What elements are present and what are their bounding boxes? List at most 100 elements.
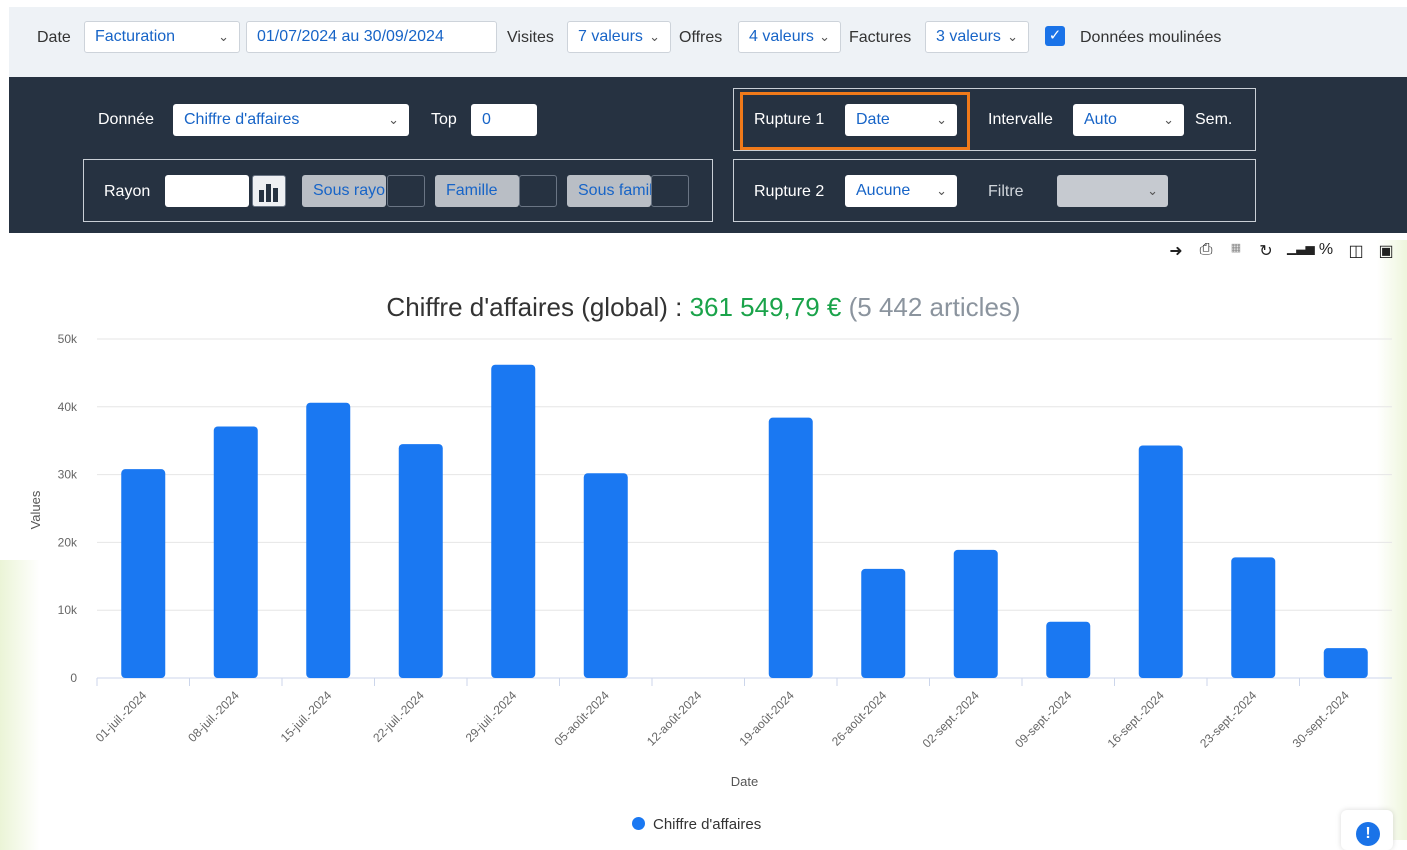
- sous-famille-picker[interactable]: [651, 175, 689, 207]
- bar: [953, 549, 998, 678]
- chevron-down-icon: ⌄: [932, 175, 947, 207]
- y-tick-label: 50k: [58, 332, 78, 346]
- y-tick-label: 40k: [58, 400, 78, 414]
- donnee-value: Chiffre d'affaires: [184, 111, 300, 128]
- intervalle-select[interactable]: Auto ⌄: [1073, 104, 1184, 136]
- rayon-select[interactable]: [165, 175, 249, 207]
- factures-label: Factures: [849, 29, 912, 46]
- chevron-down-icon: ⌄: [645, 22, 660, 52]
- percent-icon[interactable]: %: [1317, 241, 1335, 261]
- bar: [213, 426, 258, 678]
- save-icon[interactable]: ▣: [1377, 241, 1395, 261]
- y-tick-label: 0: [70, 671, 77, 685]
- x-tick-label: 16-sept.-2024: [1105, 688, 1167, 750]
- bar: [1138, 445, 1183, 678]
- famille-select[interactable]: Famille: [435, 175, 519, 207]
- offres-value: 4 valeurs: [749, 28, 814, 45]
- x-tick-label: 05-août-2024: [551, 688, 612, 749]
- y-tick-label: 20k: [58, 535, 78, 549]
- help-button[interactable]: !: [1341, 810, 1393, 850]
- x-tick-label: 19-août-2024: [736, 688, 797, 749]
- donnee-label: Donnée: [98, 111, 155, 128]
- rayon-picker-icon[interactable]: [252, 175, 286, 207]
- y-axis-title: Values: [28, 490, 43, 529]
- filter-bar: Date Facturation ⌄ 01/07/2024 au 30/09/2…: [9, 7, 1407, 77]
- rupture2-select[interactable]: Aucune ⌄: [845, 175, 957, 207]
- chevron-down-icon: ⌄: [218, 29, 229, 44]
- settings-panel: Donnée Chiffre d'affaires ⌄ Top 0 Ruptur…: [9, 77, 1407, 233]
- famille-picker[interactable]: [519, 175, 557, 207]
- rayon-label: Rayon: [104, 183, 151, 200]
- bar: [583, 473, 628, 678]
- legend-label: Chiffre d'affaires: [653, 816, 762, 833]
- filtre-select[interactable]: ⌄: [1057, 175, 1168, 207]
- export-icon[interactable]: ➜: [1167, 241, 1185, 261]
- top-label: Top: [431, 111, 457, 128]
- bar: [398, 444, 443, 678]
- x-tick-label: 29-juil.-2024: [463, 688, 520, 745]
- rupture2-value: Aucune: [856, 182, 911, 199]
- x-tick-label: 08-juil.-2024: [185, 688, 242, 745]
- factures-value: 3 valeurs: [936, 28, 1001, 45]
- donnees-moulinees-checkbox[interactable]: ✓: [1045, 26, 1065, 46]
- bar: [1323, 648, 1368, 678]
- exclamation-icon: !: [1356, 822, 1380, 846]
- sous-rayon-select[interactable]: Sous rayon: [302, 175, 386, 207]
- bar-chart-icon: [259, 184, 278, 202]
- bar: [491, 364, 536, 678]
- chevron-down-icon: ⌄: [815, 22, 830, 52]
- x-tick-label: 30-sept.-2024: [1290, 688, 1352, 750]
- visites-value: 7 valeurs: [578, 28, 643, 45]
- visites-label: Visites: [507, 29, 554, 46]
- donnees-moulinees-label: Données moulinées: [1080, 29, 1222, 46]
- bar-chart: 0 10k 20k 30k 40k 50k 01-juil.-2024 08-juil.-20…: [28, 332, 1392, 789]
- x-tick-label: 12-août-2024: [644, 688, 705, 749]
- date-label: Date: [37, 29, 71, 46]
- visites-select[interactable]: 7 valeurs ⌄: [567, 21, 671, 53]
- sous-famille-select[interactable]: Sous famille: [567, 175, 651, 207]
- chevron-down-icon: ⌄: [1147, 183, 1158, 198]
- y-tick-label: 10k: [58, 603, 78, 617]
- chart-title: Chiffre d'affaires (global) : 361 549,79…: [0, 292, 1407, 323]
- intervalle-value: Auto: [1084, 111, 1117, 128]
- offres-select[interactable]: 4 valeurs ⌄: [738, 21, 841, 53]
- filtre-label: Filtre: [988, 183, 1024, 200]
- donnee-select[interactable]: Chiffre d'affaires ⌄: [173, 104, 409, 136]
- x-axis-title: Date: [731, 774, 758, 789]
- sous-rayon-picker[interactable]: [387, 175, 425, 207]
- bar: [1231, 557, 1276, 678]
- rupture1-highlight: [740, 92, 970, 150]
- bar: [768, 417, 813, 678]
- chart-legend[interactable]: Chiffre d'affaires: [632, 816, 761, 833]
- date-range-input[interactable]: 01/07/2024 au 30/09/2024: [246, 21, 497, 53]
- top-input[interactable]: 0: [471, 104, 537, 136]
- refresh-icon[interactable]: ↻: [1257, 241, 1275, 261]
- offres-label: Offres: [679, 29, 723, 46]
- bar: [861, 568, 906, 678]
- bar: [1046, 621, 1091, 678]
- x-tick-label: 02-sept.-2024: [920, 688, 982, 750]
- date-type-select[interactable]: Facturation ⌄: [84, 21, 240, 53]
- intervalle-label: Intervalle: [988, 111, 1053, 128]
- chart-title-prefix: Chiffre d'affaires (global) :: [386, 292, 690, 322]
- chevron-down-icon: ⌄: [1003, 22, 1018, 52]
- currency-icon[interactable]: ▦: [1227, 241, 1245, 261]
- y-tick-label: 30k: [58, 468, 78, 482]
- intervalle-unit: Sem.: [1195, 111, 1233, 128]
- x-tick-label: 01-juil.-2024: [93, 688, 150, 745]
- date-type-value: Facturation: [95, 28, 176, 45]
- rupture2-label: Rupture 2: [754, 183, 825, 200]
- chart-toolbar: ➜ ⎙ ▦ ↻ ▁▃▅ % ◫ ▣: [1167, 241, 1395, 261]
- bar: [306, 402, 351, 678]
- chart-total-amount: 361 549,79 €: [689, 292, 842, 322]
- print-icon[interactable]: ⎙: [1197, 241, 1215, 261]
- bar: [121, 469, 166, 678]
- factures-select[interactable]: 3 valeurs ⌄: [925, 21, 1029, 53]
- chevron-down-icon: ⌄: [1163, 112, 1174, 127]
- x-tick-label: 22-juil.-2024: [370, 688, 427, 745]
- bar-chart-icon[interactable]: ▁▃▅: [1287, 241, 1315, 261]
- chevron-down-icon: ⌄: [388, 112, 399, 127]
- columns-icon[interactable]: ◫: [1347, 241, 1365, 261]
- x-tick-label: 15-juil.-2024: [278, 688, 335, 745]
- chart-article-count: (5 442 articles): [841, 292, 1021, 322]
